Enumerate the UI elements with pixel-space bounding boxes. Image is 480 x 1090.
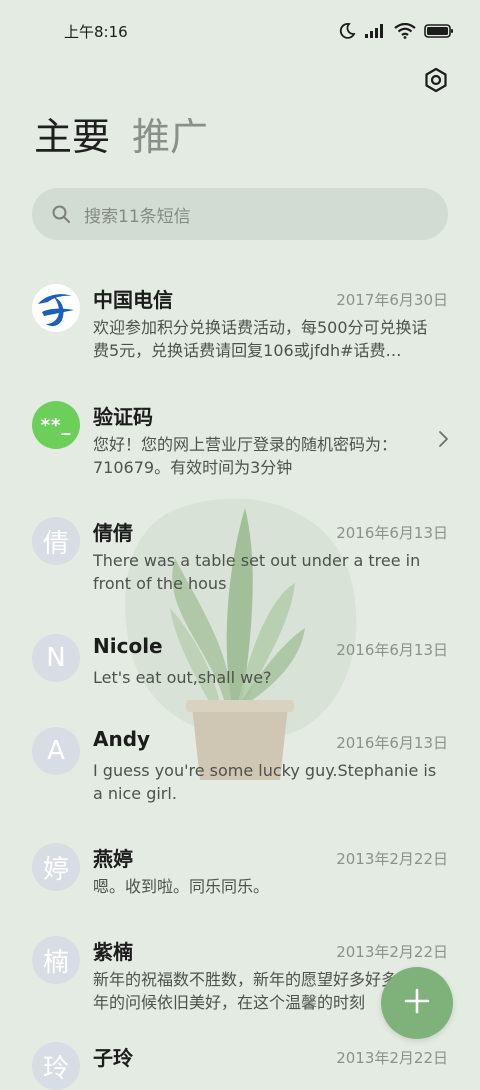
message-item[interactable]: 倩倩倩 2016年6月13日 There was a table set out u…	[0, 495, 480, 612]
contact-name: 燕婷	[93, 847, 133, 871]
tab-promotions[interactable]: 推广	[132, 118, 208, 156]
message-item[interactable]: **_ 验证码您好！您的网上营业厅登录的随机密码为：710679。有效时间为3分钟	[0, 379, 480, 495]
message-date: 2017年6月30日	[336, 291, 448, 309]
signal-icon	[364, 23, 386, 43]
battery-icon	[424, 23, 454, 43]
tab-primary[interactable]: 主要	[34, 118, 110, 156]
message-item[interactable]: N Nicole 2016年6月13日 Let's eat out,shall we?	[0, 612, 480, 705]
message-date: 2016年6月13日	[336, 641, 448, 659]
message-item[interactable]: A Andy 2016年6月13日 I guess you're some lucky…	[0, 705, 480, 821]
status-time: 上午8:16	[64, 23, 128, 41]
chevron-right-icon[interactable]	[436, 429, 450, 449]
verification-code-icon[interactable]: **_	[32, 401, 80, 449]
message-item[interactable]: 婷燕婷 2013年2月22日嗯。收到啦。同乐同乐。	[0, 821, 480, 914]
status-bar: 上午8:16	[0, 0, 480, 64]
wifi-icon	[394, 22, 416, 43]
settings-hexagon-icon	[423, 67, 449, 97]
message-preview: 欢迎参加积分兑换话费活动，每500分可兑换话费5元，兑换话费请回复106或jfd…	[93, 318, 428, 360]
avatar[interactable]: N	[32, 634, 80, 682]
china-telecom-logo[interactable]	[32, 284, 80, 332]
avatar[interactable]: 婷	[32, 843, 80, 891]
contact-name: 中国电信	[93, 288, 173, 312]
settings-button[interactable]	[420, 66, 452, 98]
contact-name: 验证码	[93, 405, 153, 429]
message-date: 2013年2月22日	[336, 850, 448, 868]
message-preview: There was a table set out under a tree i…	[93, 551, 421, 593]
avatar[interactable]: A	[32, 727, 80, 775]
message-date: 2016年6月13日	[336, 524, 448, 542]
avatar[interactable]: 楠	[32, 936, 80, 984]
contact-name: Nicole	[93, 634, 163, 658]
plus-icon	[403, 987, 431, 1019]
message-preview: Let's eat out,shall we?	[93, 668, 272, 687]
message-date: 2016年6月13日	[336, 734, 448, 752]
avatar[interactable]: 倩	[32, 517, 80, 565]
avatar[interactable]: 玲	[32, 1042, 80, 1090]
moon-icon	[338, 22, 356, 44]
message-preview: 您好！您的网上营业厅登录的随机密码为：710679。有效时间为3分钟	[93, 435, 398, 477]
contact-name: 倩倩	[93, 521, 133, 545]
search-bar[interactable]: 搜索11条短信	[32, 188, 448, 240]
contact-name: 紫楠	[93, 940, 133, 964]
message-preview: 嗯。收到啦。同乐同乐。	[93, 877, 270, 896]
message-date: 2013年2月22日	[336, 1049, 448, 1067]
message-date: 2013年2月22日	[336, 943, 448, 961]
search-placeholder: 搜索11条短信	[84, 206, 191, 227]
contact-name: Andy	[93, 727, 151, 751]
message-preview: I guess you're some lucky guy.Stephanie …	[93, 761, 437, 803]
contact-name: 子玲	[93, 1046, 133, 1070]
message-item[interactable]: 中国电信 2017年6月30日欢迎参加积分兑换话费活动，每500分可兑换话费5元，…	[0, 262, 480, 379]
tab-bar: 主要 推广	[34, 118, 208, 156]
status-icons	[338, 22, 454, 44]
new-message-button[interactable]	[381, 967, 453, 1039]
search-icon	[50, 203, 72, 225]
